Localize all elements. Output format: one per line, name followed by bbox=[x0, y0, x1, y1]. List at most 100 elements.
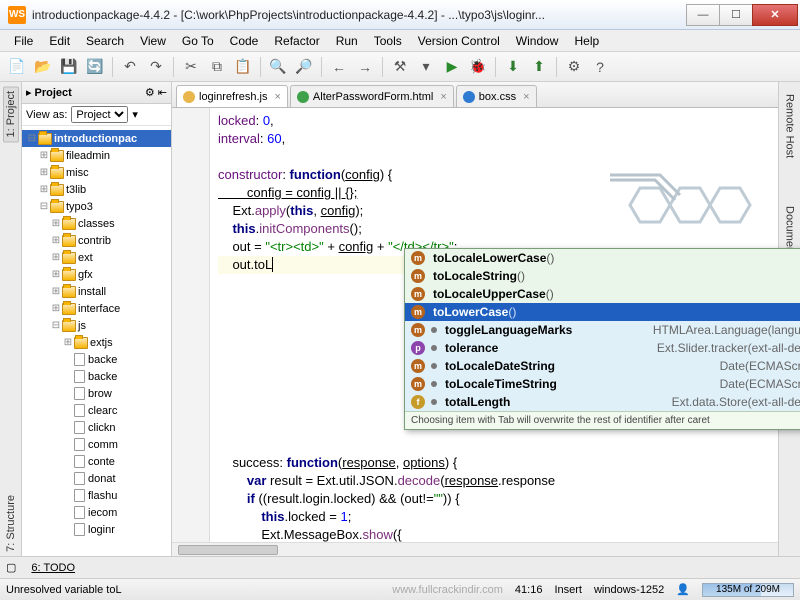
chevron-down-icon[interactable]: ▾ bbox=[132, 108, 138, 121]
tree-item[interactable]: backe bbox=[22, 351, 171, 368]
completion-item[interactable]: mtoggleLanguageMarksHTMLArea.Language(la… bbox=[405, 321, 800, 339]
project-pane-title: Project bbox=[35, 87, 72, 99]
run-icon[interactable]: ▶ bbox=[441, 56, 463, 78]
close-button[interactable]: ✕ bbox=[752, 4, 798, 26]
collapse-icon[interactable]: ▸ bbox=[26, 86, 32, 99]
tree-item[interactable]: ⊞contrib bbox=[22, 232, 171, 249]
sync-icon[interactable]: 🔄 bbox=[84, 56, 106, 78]
tree-item[interactable]: brow bbox=[22, 385, 171, 402]
status-line-col: 41:16 bbox=[515, 584, 543, 596]
tab-project[interactable]: 1: Project bbox=[3, 86, 19, 142]
debug-icon[interactable]: 🐞 bbox=[467, 56, 489, 78]
view-as-label: View as: bbox=[26, 109, 67, 121]
tree-item[interactable]: ⊞classes bbox=[22, 215, 171, 232]
completion-item[interactable]: mtoLowerCase()String bbox=[405, 303, 800, 321]
completion-item[interactable]: mtoLocaleUpperCase()String bbox=[405, 285, 800, 303]
tree-item[interactable]: clearc bbox=[22, 402, 171, 419]
completion-name: tolerance bbox=[445, 341, 649, 355]
scroll-thumb[interactable] bbox=[178, 545, 278, 555]
tree-item[interactable]: comm bbox=[22, 436, 171, 453]
tree-item[interactable]: donat bbox=[22, 470, 171, 487]
tree-item[interactable]: loginr bbox=[22, 521, 171, 538]
menu-goto[interactable]: Go To bbox=[174, 32, 222, 50]
menu-tools[interactable]: Tools bbox=[366, 32, 410, 50]
tree-item[interactable]: ⊞install bbox=[22, 283, 171, 300]
back-icon[interactable]: ← bbox=[328, 56, 350, 78]
tree-item[interactable]: flashu bbox=[22, 487, 171, 504]
tree-item[interactable]: ⊞misc bbox=[22, 164, 171, 181]
completion-item[interactable]: mtoLocaleDateStringDate(ECMAScript.js2) bbox=[405, 357, 800, 375]
menu-window[interactable]: Window bbox=[508, 32, 567, 50]
close-tab-icon[interactable]: × bbox=[523, 91, 529, 103]
vcs-update-icon[interactable]: ⬇ bbox=[502, 56, 524, 78]
view-as-select[interactable]: Project bbox=[71, 106, 128, 123]
completion-item[interactable]: mtoLocaleTimeStringDate(ECMAScript.js2) bbox=[405, 375, 800, 393]
completion-item[interactable]: ptoleranceExt.Slider.tracker(ext-all-deb… bbox=[405, 339, 800, 357]
redo-icon[interactable]: ↷ bbox=[145, 56, 167, 78]
inspector-icon[interactable]: 👤 bbox=[676, 583, 690, 596]
tree-item[interactable]: ⊞interface bbox=[22, 300, 171, 317]
undo-icon[interactable]: ↶ bbox=[119, 56, 141, 78]
tab-structure[interactable]: 7: Structure bbox=[4, 491, 18, 556]
tree-item[interactable]: ⊞t3lib bbox=[22, 181, 171, 198]
gear-icon[interactable]: ⚙ bbox=[145, 86, 155, 99]
tab-loginrefresh[interactable]: loginrefresh.js × bbox=[176, 85, 288, 107]
tree-item[interactable]: ⊞fileadmin bbox=[22, 147, 171, 164]
method-icon: m bbox=[411, 305, 425, 319]
memory-indicator[interactable]: 135M of 209M bbox=[702, 583, 794, 597]
cut-icon[interactable]: ✂ bbox=[180, 56, 202, 78]
tool-window-icon[interactable]: ▢ bbox=[6, 561, 16, 574]
project-tree[interactable]: ⊟introductionpac ⊞fileadmin ⊞misc ⊞t3lib… bbox=[22, 126, 171, 556]
menu-edit[interactable]: Edit bbox=[41, 32, 78, 50]
tab-boxcss[interactable]: box.css × bbox=[456, 85, 537, 107]
tree-item[interactable]: ⊞gfx bbox=[22, 266, 171, 283]
run-config-icon[interactable]: ▾ bbox=[415, 56, 437, 78]
completion-item[interactable]: mtoLocaleString()Object bbox=[405, 267, 800, 285]
tree-item[interactable]: backe bbox=[22, 368, 171, 385]
menu-code[interactable]: Code bbox=[222, 32, 267, 50]
status-encoding: windows-1252 bbox=[594, 584, 664, 596]
help-icon[interactable]: ? bbox=[589, 56, 611, 78]
tree-item[interactable]: ⊟typo3 bbox=[22, 198, 171, 215]
completion-item[interactable]: ftotalLengthExt.data.Store(ext-all-debug… bbox=[405, 393, 800, 411]
horizontal-scrollbar[interactable] bbox=[172, 542, 778, 556]
completion-item[interactable]: mtoLocaleLowerCase()String bbox=[405, 249, 800, 267]
vcs-commit-icon[interactable]: ⬆ bbox=[528, 56, 550, 78]
minimize-button[interactable]: — bbox=[686, 4, 720, 26]
maximize-button[interactable]: ☐ bbox=[719, 4, 753, 26]
menu-help[interactable]: Help bbox=[566, 32, 607, 50]
menu-view[interactable]: View bbox=[132, 32, 174, 50]
save-icon[interactable]: 💾 bbox=[58, 56, 80, 78]
tree-item[interactable]: ⊞ext bbox=[22, 249, 171, 266]
settings-icon[interactable]: ⚙ bbox=[563, 56, 585, 78]
tree-item[interactable]: ⊞extjs bbox=[22, 334, 171, 351]
replace-icon[interactable]: 🔎 bbox=[293, 56, 315, 78]
title-bar: WS introductionpackage-4.4.2 - [C:\work\… bbox=[0, 0, 800, 30]
field-icon: f bbox=[411, 395, 425, 409]
menu-run[interactable]: Run bbox=[328, 32, 366, 50]
menu-search[interactable]: Search bbox=[78, 32, 132, 50]
paste-icon[interactable]: 📋 bbox=[232, 56, 254, 78]
open-icon[interactable]: 📂 bbox=[32, 56, 54, 78]
tree-item[interactable]: conte bbox=[22, 453, 171, 470]
tab-todo[interactable]: 6: TODO bbox=[22, 559, 84, 577]
file-icon bbox=[74, 370, 85, 383]
close-tab-icon[interactable]: × bbox=[274, 91, 280, 103]
tab-alterpassword[interactable]: AlterPasswordForm.html × bbox=[290, 85, 454, 107]
tree-item[interactable]: iecom bbox=[22, 504, 171, 521]
tab-remote-host[interactable]: Remote Host bbox=[783, 90, 797, 162]
find-icon[interactable]: 🔍 bbox=[267, 56, 289, 78]
build-icon[interactable]: ⚒ bbox=[389, 56, 411, 78]
menu-refactor[interactable]: Refactor bbox=[266, 32, 327, 50]
tree-item[interactable]: clickn bbox=[22, 419, 171, 436]
tree-root[interactable]: ⊟introductionpac bbox=[22, 130, 171, 147]
left-tool-tabs: 1: Project 7: Structure bbox=[0, 82, 22, 556]
tree-item[interactable]: ⊟js bbox=[22, 317, 171, 334]
copy-icon[interactable]: ⧉ bbox=[206, 56, 228, 78]
new-file-icon[interactable]: 📄 bbox=[6, 56, 28, 78]
menu-file[interactable]: File bbox=[6, 32, 41, 50]
hide-icon[interactable]: ⇤ bbox=[158, 86, 167, 99]
menu-vcs[interactable]: Version Control bbox=[410, 32, 508, 50]
forward-icon[interactable]: → bbox=[354, 56, 376, 78]
close-tab-icon[interactable]: × bbox=[440, 91, 446, 103]
